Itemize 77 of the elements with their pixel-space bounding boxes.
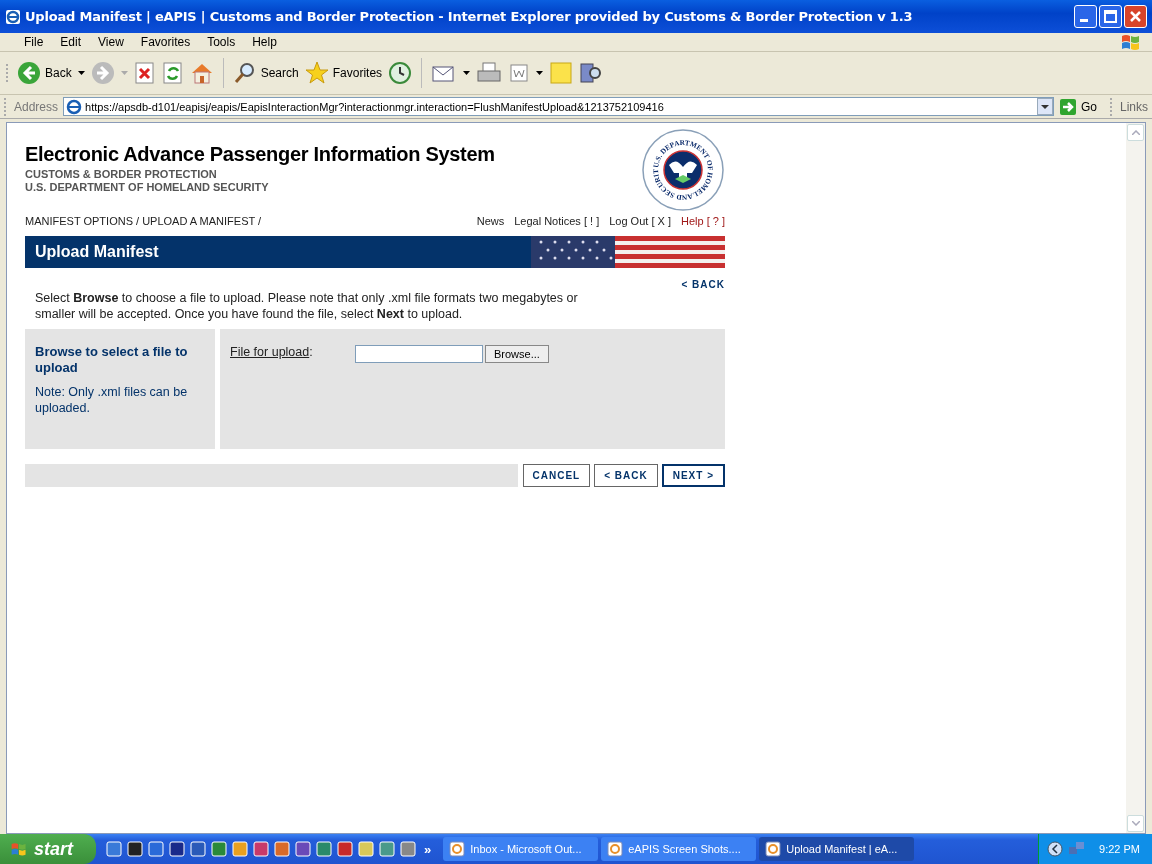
back-button[interactable]: < BACK	[594, 464, 658, 487]
breadcrumb: MANIFEST OPTIONS / UPLOAD A MANIFEST /	[25, 215, 262, 227]
cancel-button[interactable]: CANCEL	[522, 464, 591, 487]
go-button[interactable]: Go	[1058, 97, 1105, 116]
printer-icon[interactable]	[476, 61, 503, 85]
history-icon[interactable]	[388, 61, 413, 85]
back-link[interactable]: < BACK	[681, 279, 725, 290]
quick-launch-icon[interactable]	[316, 841, 332, 857]
scroll-down-icon[interactable]	[1131, 821, 1140, 826]
field-label: File for upload:	[230, 345, 314, 359]
nav-link[interactable]: News	[476, 215, 505, 227]
quick-launch-icon[interactable]	[169, 841, 185, 857]
quick-launch-icon[interactable]	[337, 841, 353, 857]
nav-link[interactable]: Log Out [ X ]	[609, 215, 671, 227]
page-icon	[66, 98, 83, 115]
menu-item[interactable]: Help	[242, 35, 284, 49]
quick-launch-icon[interactable]	[232, 841, 248, 857]
taskbar-button[interactable]: Inbox - Microsoft Out...	[443, 837, 599, 861]
maximize-button[interactable]	[1099, 5, 1122, 28]
site-subtitle: U.S. DEPARTMENT OF HOMELAND SECURITY	[25, 181, 270, 194]
quick-launch-icon[interactable]	[400, 841, 416, 857]
refresh-icon[interactable]	[161, 62, 184, 84]
panel-title: Browse to select a file to upload	[35, 344, 189, 376]
close-button[interactable]	[1124, 5, 1147, 28]
windows-logo-icon	[1120, 33, 1142, 51]
search-icon	[232, 61, 257, 85]
taskbar-button[interactable]: eAPIS Screen Shots....	[601, 837, 757, 861]
quick-launch-icon[interactable]	[295, 841, 311, 857]
links-button[interactable]: Links	[1120, 99, 1148, 114]
quick-launch-icon[interactable]	[379, 841, 395, 857]
dropdown-arrow-icon[interactable]	[77, 71, 85, 75]
browser-icon	[5, 8, 21, 25]
nav-link[interactable]: Legal Notices [ ! ]	[514, 215, 600, 227]
menu-item[interactable]: Favorites	[130, 35, 198, 49]
menu-item[interactable]: View	[88, 35, 131, 49]
quick-launch-icon[interactable]	[211, 841, 227, 857]
search-button[interactable]: Search	[232, 61, 299, 85]
address-field[interactable]: https://apsdb-d101/eapisj/eapis/EapisInteractionMgr?interactionmgr.interaction=FlushManifestUpload&1213752109416	[63, 97, 1054, 116]
document-icon[interactable]	[508, 62, 531, 84]
back-button[interactable]: Back	[17, 61, 72, 85]
quick-launch-icon[interactable]	[148, 841, 164, 857]
quick-launch-icon[interactable]	[274, 841, 290, 857]
quick-launch-icon[interactable]	[190, 841, 206, 857]
clock: 9:22 PM	[1099, 843, 1140, 855]
file-input-field[interactable]	[355, 345, 483, 363]
app-icon	[607, 841, 624, 857]
menu-item[interactable]: File	[14, 35, 51, 49]
next-button[interactable]: NEXT >	[661, 464, 725, 487]
app-icon	[449, 841, 466, 857]
minimize-button[interactable]	[1074, 5, 1097, 28]
app-icon	[765, 841, 782, 857]
windows-logo-icon	[10, 841, 28, 857]
site-subtitle: CUSTOMS & BORDER PROTECTION	[25, 168, 218, 181]
quick-launch-icon[interactable]	[253, 841, 269, 857]
window-title: Upload Manifest | eAPIS | Customs and Border Protection - Internet Explorer provided by Customs & Border Protection v 1.3	[25, 9, 914, 24]
panel-note: Note: Only .xml files can be uploaded.	[35, 384, 189, 416]
stop-icon[interactable]	[133, 62, 156, 84]
scroll-up-icon[interactable]	[1131, 130, 1140, 135]
vertical-scrollbar[interactable]	[1126, 123, 1145, 833]
browse-button[interactable]: Browse...	[485, 345, 549, 363]
quick-launch-icon[interactable]	[358, 841, 374, 857]
quick-launch-icon[interactable]	[106, 841, 122, 857]
star-icon	[304, 61, 329, 85]
favorites-button[interactable]: Favorites	[304, 61, 383, 85]
dropdown-arrow-icon[interactable]	[536, 71, 544, 75]
site-title: Electronic Advance Passenger Information System	[25, 143, 495, 166]
taskbar-button[interactable]: Upload Manifest | eA...	[759, 837, 915, 861]
minimize-icon	[1080, 19, 1088, 22]
quick-launch-icon[interactable]	[127, 841, 143, 857]
dropdown-arrow-icon[interactable]	[463, 71, 471, 75]
help-link[interactable]: Help [ ? ]	[680, 215, 725, 227]
page-heading: Upload Manifest	[34, 243, 159, 261]
menu-item[interactable]: Tools	[197, 35, 243, 49]
menu-item[interactable]: Edit	[50, 35, 89, 49]
address-label: Address	[14, 99, 59, 114]
overflow-chevron[interactable]: »	[424, 841, 432, 857]
instructions-text: Select Browse to choose a file to upload. Please note that only .xml file formats two megabytes or smaller will be accepted. Once you have found the file, select Next to upload.	[34, 290, 579, 322]
